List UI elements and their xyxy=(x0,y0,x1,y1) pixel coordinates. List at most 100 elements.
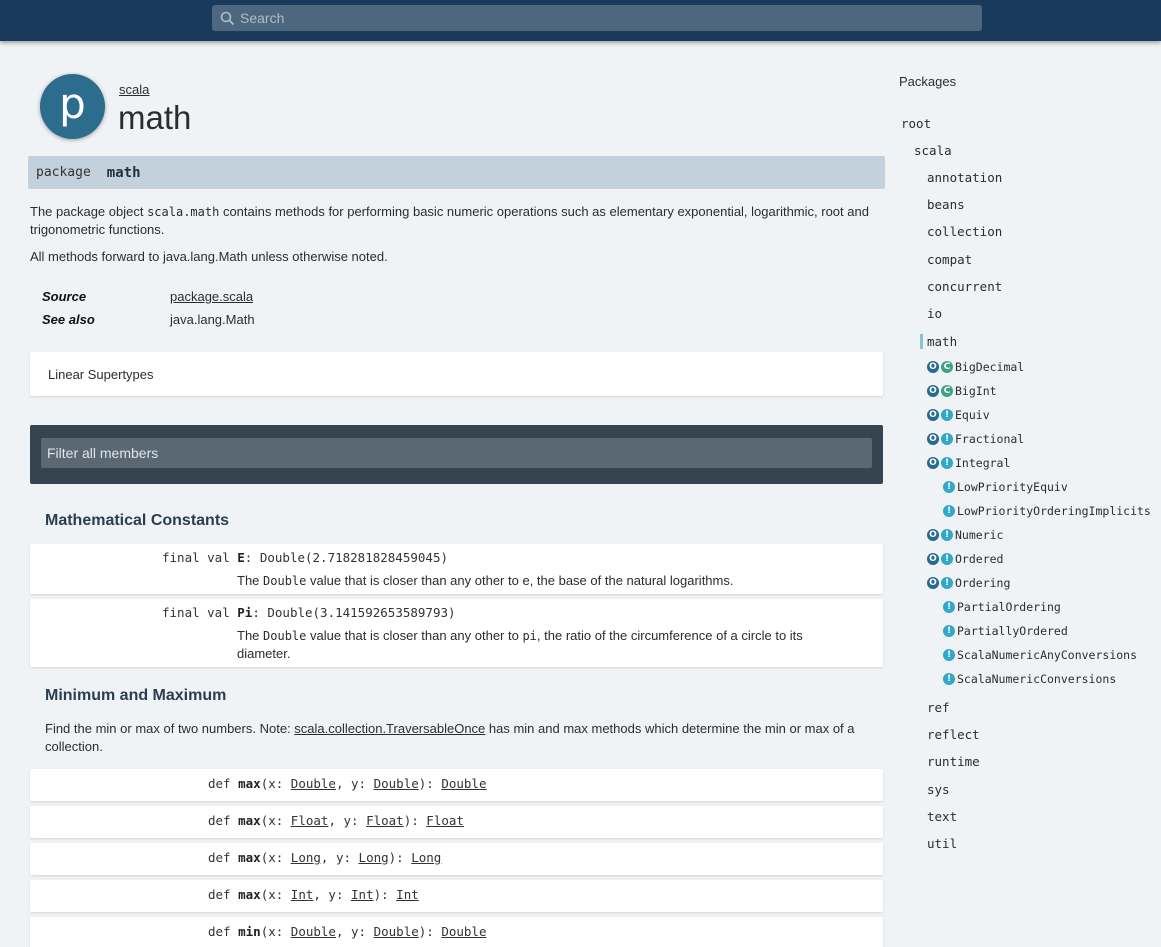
sidebar-class-Numeric[interactable]: O! Numeric xyxy=(927,528,1003,542)
group-title-constants: Mathematical Constants xyxy=(45,512,230,529)
sidebar-class-label: LowPriorityEquiv xyxy=(957,480,1068,494)
member-max-long[interactable]: def max(x: Long, y: Long): Long xyxy=(30,843,883,875)
sidebar-class-Ordering[interactable]: O! Ordering xyxy=(927,576,1010,590)
sidebar-item-collection[interactable]: collection xyxy=(927,224,1002,239)
sig-prefix: final val xyxy=(162,550,238,565)
desc-text: , the base of the natural logarithms. xyxy=(529,573,734,588)
attributes: Source package.scala See also java.lang.… xyxy=(42,285,885,331)
return-type-link[interactable]: Double xyxy=(441,924,486,939)
signature-name: math xyxy=(106,164,141,181)
sidebar-item-reflect[interactable]: reflect xyxy=(927,727,980,742)
sidebar-class-PartialOrdering[interactable]: ! PartialOrdering xyxy=(943,600,1061,614)
sidebar-class-Fractional[interactable]: O! Fractional xyxy=(927,432,1024,446)
sidebar-class-label: Fractional xyxy=(955,432,1025,446)
param-y: , y: xyxy=(335,924,374,939)
sidebar-class-ScalaNumericAnyConversions[interactable]: ! ScalaNumericAnyConversions xyxy=(943,648,1137,662)
desc-text: value that is closer than any other to xyxy=(306,628,523,643)
def-keyword: def xyxy=(208,813,239,828)
trait-badge-icon: ! xyxy=(943,673,955,685)
sidebar-class-label: Equiv xyxy=(955,408,990,422)
sidebar-item-runtime[interactable]: runtime xyxy=(927,754,980,769)
return-type-link[interactable]: Int xyxy=(396,887,419,902)
linear-supertypes-toggle[interactable]: Linear Supertypes xyxy=(30,352,883,396)
sidebar-item-root[interactable]: root xyxy=(901,116,931,131)
object-badge-icon: O xyxy=(927,529,939,541)
package-icon: p xyxy=(40,74,105,139)
trait-badge-icon: ! xyxy=(941,529,953,541)
object-badge-icon: O xyxy=(927,577,939,589)
member-Pi[interactable]: final val Pi: Double(3.141592653589793) … xyxy=(30,599,883,667)
type-link[interactable]: Float xyxy=(291,813,329,828)
parent-package-link[interactable]: scala xyxy=(119,82,149,97)
member-name: max xyxy=(238,887,261,902)
top-bar xyxy=(0,0,1161,41)
search-icon xyxy=(218,9,236,27)
linear-supertypes-label: Linear Supertypes xyxy=(48,366,154,382)
type-link[interactable]: Float xyxy=(366,813,404,828)
sidebar-item-annotation[interactable]: annotation xyxy=(927,170,1002,185)
search-input[interactable] xyxy=(240,10,940,26)
sidebar-class-label: BigDecimal xyxy=(955,360,1025,374)
type-link[interactable]: Double xyxy=(291,776,336,791)
member-signature: def max(x: Int, y: Int): Int xyxy=(208,887,419,902)
class-badge-icon: C xyxy=(941,385,953,397)
type-link[interactable]: Int xyxy=(291,887,314,902)
minmax-members: def max(x: Double, y: Double): Double def… xyxy=(28,769,885,947)
member-max-double[interactable]: def max(x: Double, y: Double): Double xyxy=(30,769,883,801)
sidebar-class-Ordered[interactable]: O! Ordered xyxy=(927,552,1003,566)
type-link[interactable]: Double xyxy=(291,924,336,939)
sidebar-class-Integral[interactable]: O! Integral xyxy=(927,456,1010,470)
sidebar-class-label: ScalaNumericAnyConversions xyxy=(957,648,1138,662)
package-description: The package object scala.math contains m… xyxy=(30,203,883,239)
sidebar-item-text[interactable]: text xyxy=(927,809,957,824)
param-x: x: xyxy=(268,813,291,828)
sidebar-class-BigDecimal[interactable]: O C BigDecimal xyxy=(927,360,1024,374)
traversable-once-link[interactable]: scala.collection.TraversableOnce xyxy=(294,721,485,736)
member-max-float[interactable]: def max(x: Float, y: Float): Float xyxy=(30,806,883,838)
object-badge-icon: O xyxy=(927,433,939,445)
sidebar-class-PartiallyOrdered[interactable]: ! PartiallyOrdered xyxy=(943,624,1068,638)
sidebar-item-sys[interactable]: sys xyxy=(927,782,950,797)
member-min-double[interactable]: def min(x: Double, y: Double): Double xyxy=(30,917,883,947)
sidebar-item-beans[interactable]: beans xyxy=(927,197,965,212)
sig-punct: ): xyxy=(388,850,412,865)
sidebar-item-math[interactable]: math xyxy=(920,334,957,349)
sig-punct: ): xyxy=(373,887,397,902)
member-E[interactable]: final val E: Double(2.718281828459045) T… xyxy=(30,544,883,594)
type-link[interactable]: Double xyxy=(374,924,419,939)
search-box[interactable] xyxy=(212,5,982,31)
return-type-link[interactable]: Long xyxy=(411,850,441,865)
sig-suffix: : Double(2.718281828459045) xyxy=(244,550,448,565)
def-keyword: def xyxy=(208,924,239,939)
sidebar-class-LowPriorityEquiv[interactable]: ! LowPriorityEquiv xyxy=(943,480,1068,494)
sidebar-class-ScalaNumericConversions[interactable]: ! ScalaNumericConversions xyxy=(943,672,1116,686)
return-type-link[interactable]: Double xyxy=(441,776,486,791)
signature-bar: package math xyxy=(28,156,885,189)
member-signature: def max(x: Double, y: Double): Double xyxy=(208,776,486,791)
type-link[interactable]: Long xyxy=(291,850,321,865)
sig-prefix: final val xyxy=(162,605,238,620)
type-link[interactable]: Double xyxy=(374,776,419,791)
filter-members-input[interactable] xyxy=(41,438,872,468)
sidebar-item-ref[interactable]: ref xyxy=(927,700,950,715)
sidebar-item-io[interactable]: io xyxy=(927,306,942,321)
member-max-int[interactable]: def max(x: Int, y: Int): Int xyxy=(30,880,883,912)
sidebar-class-label: Ordered xyxy=(955,552,1004,566)
sidebar-item-compat[interactable]: compat xyxy=(927,252,972,267)
source-link[interactable]: package.scala xyxy=(170,289,253,304)
page-header: p scala math xyxy=(28,41,885,156)
desc-code: Double xyxy=(263,629,307,643)
sidebar-item-util[interactable]: util xyxy=(927,836,957,851)
sidebar-item-concurrent[interactable]: concurrent xyxy=(927,279,1002,294)
type-link[interactable]: Int xyxy=(351,887,374,902)
sidebar-item-scala[interactable]: scala xyxy=(914,143,952,158)
desc-text: The xyxy=(237,628,264,643)
desc-text: The xyxy=(237,573,264,588)
member-signature: final val Pi: Double(3.141592653589793) xyxy=(162,605,456,620)
sidebar-class-LowPriorityOrderingImplicits[interactable]: ! LowPriorityOrderingImplicits xyxy=(943,504,1151,518)
type-link[interactable]: Long xyxy=(359,850,389,865)
sidebar-class-label: Numeric xyxy=(955,528,1004,542)
sidebar-class-Equiv[interactable]: O! Equiv xyxy=(927,408,990,422)
sidebar-class-BigInt[interactable]: O C BigInt xyxy=(927,384,997,398)
return-type-link[interactable]: Float xyxy=(426,813,464,828)
